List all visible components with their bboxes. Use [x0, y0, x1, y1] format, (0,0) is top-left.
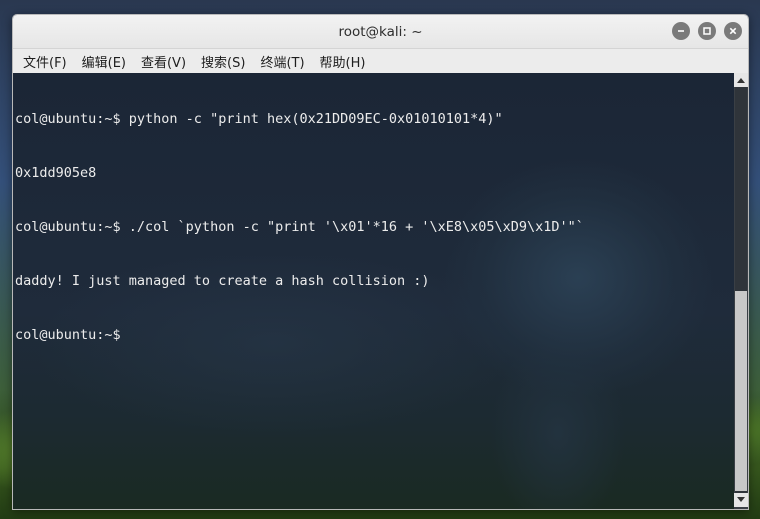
- minimize-icon: [678, 30, 684, 32]
- terminal-output[interactable]: col@ubuntu:~$ python -c "print hex(0x21D…: [13, 73, 734, 509]
- terminal-window: root@kali: ~ 文件(F) 编辑(E) 查看(V) 搜索(S) 终端(…: [12, 14, 749, 510]
- menu-view[interactable]: 查看(V): [137, 50, 190, 73]
- close-button[interactable]: [724, 22, 742, 40]
- maximize-button[interactable]: [698, 22, 716, 40]
- terminal-line: col@ubuntu:~$ python -c "print hex(0x21D…: [15, 111, 503, 127]
- menu-bar: 文件(F) 编辑(E) 查看(V) 搜索(S) 终端(T) 帮助(H): [13, 49, 748, 74]
- terminal-line: daddy! I just managed to create a hash c…: [15, 273, 430, 289]
- terminal-line: col@ubuntu:~$ ./col `python -c "print '\…: [15, 219, 584, 235]
- menu-help[interactable]: 帮助(H): [316, 50, 370, 73]
- menu-search[interactable]: 搜索(S): [197, 50, 249, 73]
- vertical-scrollbar[interactable]: [734, 73, 748, 509]
- menu-edit[interactable]: 编辑(E): [78, 50, 130, 73]
- terminal-prompt-line: col@ubuntu:~$: [15, 327, 129, 343]
- window-title: root@kali: ~: [338, 23, 423, 40]
- scroll-up-button[interactable]: [734, 73, 748, 87]
- terminal-line: 0x1dd905e8: [15, 165, 97, 181]
- scroll-thumb[interactable]: [735, 291, 747, 491]
- arrow-up-icon: [737, 78, 745, 83]
- minimize-button[interactable]: [672, 22, 690, 40]
- window-controls: [672, 22, 742, 40]
- arrow-down-icon: [737, 497, 745, 502]
- close-icon: [729, 27, 737, 35]
- menu-file[interactable]: 文件(F): [19, 50, 71, 73]
- menu-terminal[interactable]: 终端(T): [256, 50, 308, 73]
- maximize-icon: [703, 27, 711, 35]
- title-bar[interactable]: root@kali: ~: [13, 15, 748, 49]
- scroll-down-button[interactable]: [734, 493, 748, 507]
